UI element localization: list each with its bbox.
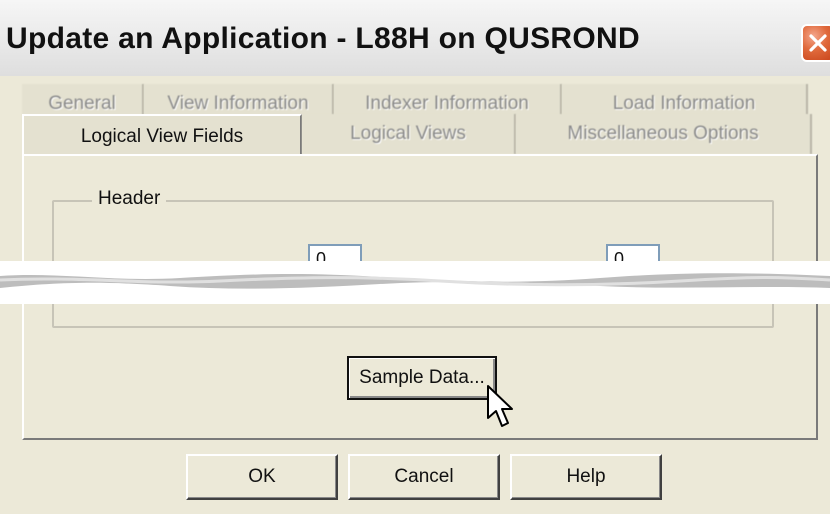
sample-data-button[interactable]: Sample Data... (347, 356, 497, 400)
window-title: Update an Application - L88H on QUSROND (6, 22, 640, 55)
help-button[interactable]: Help (510, 454, 662, 500)
tab-logical-views[interactable]: Logical Views (302, 114, 516, 154)
title-bar[interactable]: Update an Application - L88H on QUSROND (0, 0, 830, 76)
close-x-icon (809, 34, 827, 52)
tab-miscellaneous-options[interactable]: Miscellaneous Options (516, 114, 812, 154)
close-button[interactable] (801, 24, 830, 62)
torn-break-divider (0, 261, 830, 304)
header-group-label: Header (92, 188, 167, 210)
tab-row-front: Logical View Fields Logical Views Miscel… (22, 114, 812, 158)
ok-button[interactable]: OK (186, 454, 338, 500)
cancel-button[interactable]: Cancel (348, 454, 500, 500)
dialog-window: Update an Application - L88H on QUSROND … (0, 0, 830, 514)
tab-logical-view-fields[interactable]: Logical View Fields (22, 114, 302, 158)
mouse-pointer-icon (487, 385, 513, 427)
